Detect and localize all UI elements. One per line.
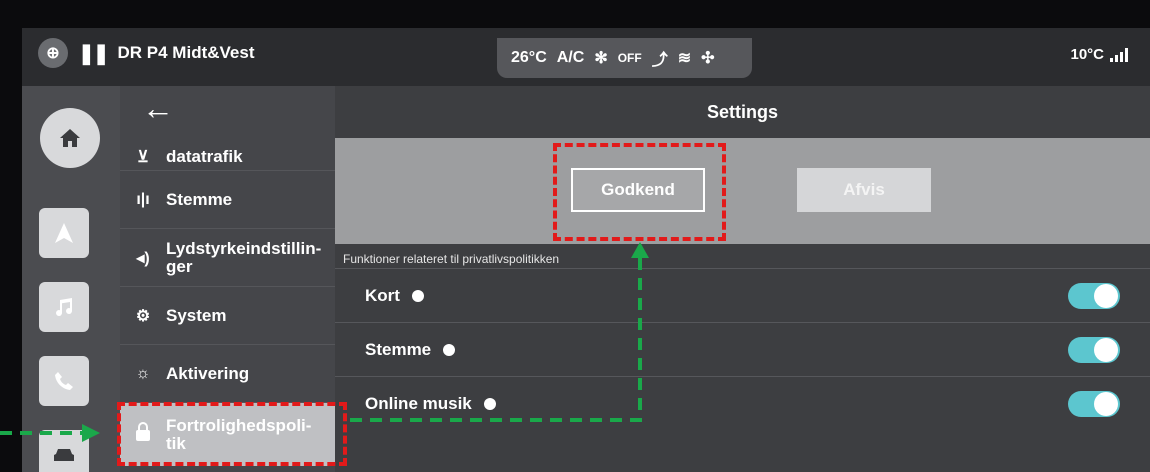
arrow-line-up xyxy=(350,258,642,422)
arrow-head-right-icon xyxy=(82,424,100,442)
arrow-head-up-icon xyxy=(631,242,649,258)
annotation-arrows xyxy=(0,242,649,442)
